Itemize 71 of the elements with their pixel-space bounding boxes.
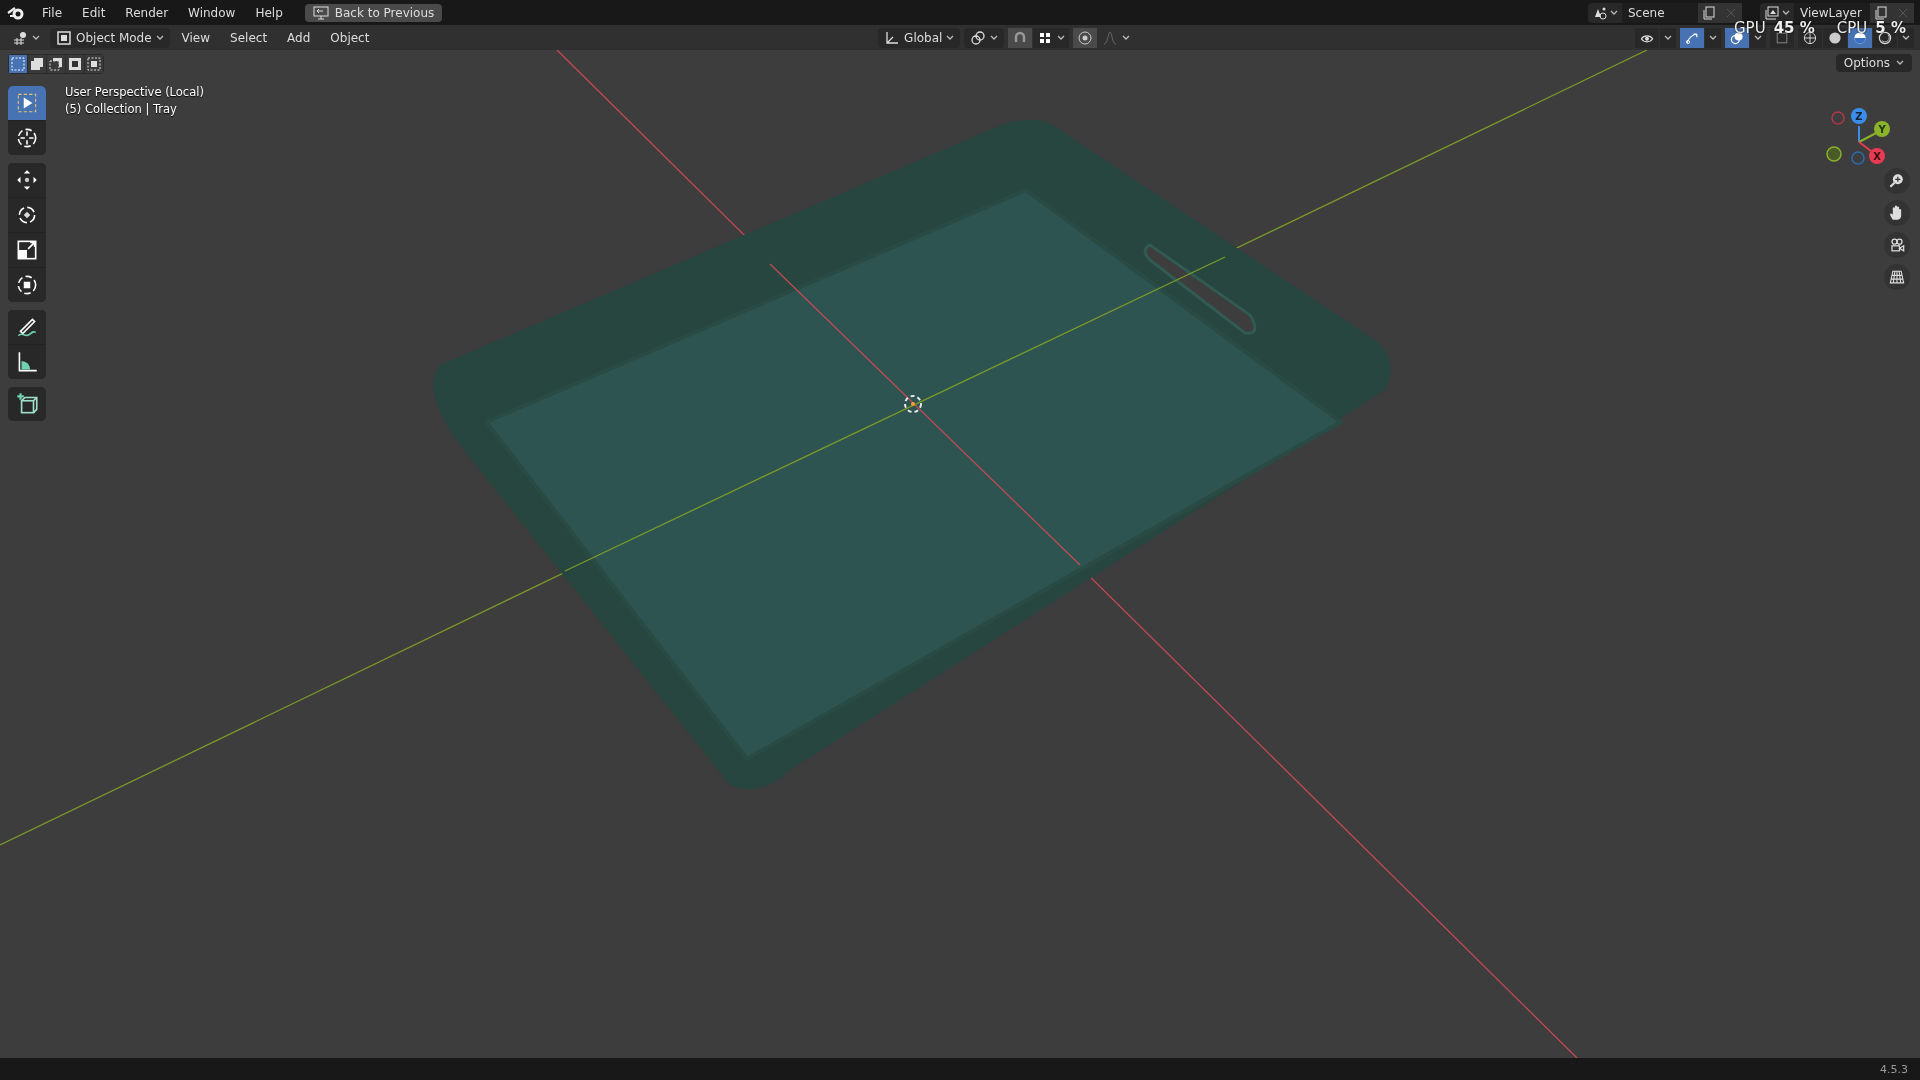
options-dropdown[interactable]: Options xyxy=(1835,54,1912,72)
selection-mode-icon xyxy=(48,56,64,72)
select-tool[interactable] xyxy=(8,86,46,120)
pan-button[interactable] xyxy=(1884,200,1910,226)
selection-mode-icon xyxy=(67,56,83,72)
navigation-gizmo[interactable]: Z Y X xyxy=(1822,96,1902,176)
menu-item[interactable]: Select xyxy=(222,27,276,48)
caret-icon xyxy=(1782,9,1790,16)
ortho-button[interactable] xyxy=(1884,264,1910,290)
caret-icon xyxy=(1709,34,1717,41)
caret-icon xyxy=(990,34,999,41)
caret-icon xyxy=(32,34,40,41)
select-mode-button[interactable] xyxy=(28,55,46,73)
select-mode-button[interactable] xyxy=(85,55,103,73)
link-icon xyxy=(970,29,987,46)
menu-item[interactable]: Help xyxy=(247,2,291,23)
caret-icon xyxy=(1896,60,1904,66)
object-mode-icon xyxy=(56,29,72,46)
mode-dropdown[interactable]: Object Mode xyxy=(50,27,170,48)
zoom-button[interactable] xyxy=(1884,168,1910,194)
rotate-tool[interactable] xyxy=(8,198,46,232)
caret-icon xyxy=(1754,34,1762,41)
annotate-tool[interactable] xyxy=(8,310,46,344)
transform-tool[interactable] xyxy=(8,268,46,302)
cursor-tool[interactable] xyxy=(8,121,46,155)
back-to-previous-button[interactable]: Back to Previous xyxy=(304,3,443,22)
caret-icon xyxy=(946,34,955,41)
app-logo-icon[interactable] xyxy=(6,4,26,21)
caret-icon xyxy=(1902,34,1910,41)
caret-icon xyxy=(1664,34,1672,41)
viewport-icon xyxy=(12,29,28,46)
menu-item[interactable]: File xyxy=(34,2,71,23)
menu-item[interactable]: Window xyxy=(180,2,244,23)
caret-icon xyxy=(1610,9,1618,16)
version-label: 4.5.3 xyxy=(1880,1062,1908,1076)
view-name: User Perspective (Local) xyxy=(65,85,204,99)
curve-icon xyxy=(1102,29,1119,46)
menu-item[interactable]: Add xyxy=(279,27,319,48)
pivot-dropdown[interactable] xyxy=(964,27,1005,48)
scale-tool[interactable] xyxy=(8,233,46,267)
snap-target-dropdown[interactable] xyxy=(1033,27,1070,48)
move-tool[interactable] xyxy=(8,163,46,197)
caret-icon xyxy=(1057,34,1066,41)
snap-toggle[interactable] xyxy=(1008,27,1033,48)
3d-cursor-icon xyxy=(904,395,922,413)
menu-item[interactable]: Render xyxy=(117,2,177,23)
selection-mode-icon xyxy=(86,56,102,72)
copy-icon[interactable] xyxy=(1701,4,1717,21)
target-icon xyxy=(1077,29,1094,46)
collection-label: (5) Collection | Tray xyxy=(65,102,178,116)
axes-icon xyxy=(884,29,901,46)
selection-mode-icon xyxy=(10,56,26,72)
scene-name[interactable]: Scene xyxy=(1622,2,1698,23)
selection-mode-icon xyxy=(29,56,45,72)
select-mode-button[interactable] xyxy=(47,55,65,73)
measure-tool[interactable] xyxy=(8,345,46,379)
image-stack-icon xyxy=(1764,4,1780,21)
menu-item[interactable]: View xyxy=(173,27,219,48)
caret-icon xyxy=(1122,34,1131,41)
monitor-icon xyxy=(312,5,329,20)
menu-item[interactable]: Object xyxy=(322,27,378,48)
menu-item[interactable]: Edit xyxy=(74,2,114,23)
proportional-edit-toggle[interactable] xyxy=(1073,27,1098,48)
add-cube-tool[interactable] xyxy=(8,387,46,421)
camera-button[interactable] xyxy=(1884,232,1910,258)
copy-icon[interactable] xyxy=(1873,4,1889,21)
gizmo-toggle[interactable] xyxy=(1680,27,1704,48)
select-mode-button[interactable] xyxy=(66,55,84,73)
orientation-dropdown[interactable]: Global xyxy=(878,27,961,48)
visibility-toggle[interactable] xyxy=(1635,27,1659,48)
caret-icon xyxy=(155,34,164,41)
